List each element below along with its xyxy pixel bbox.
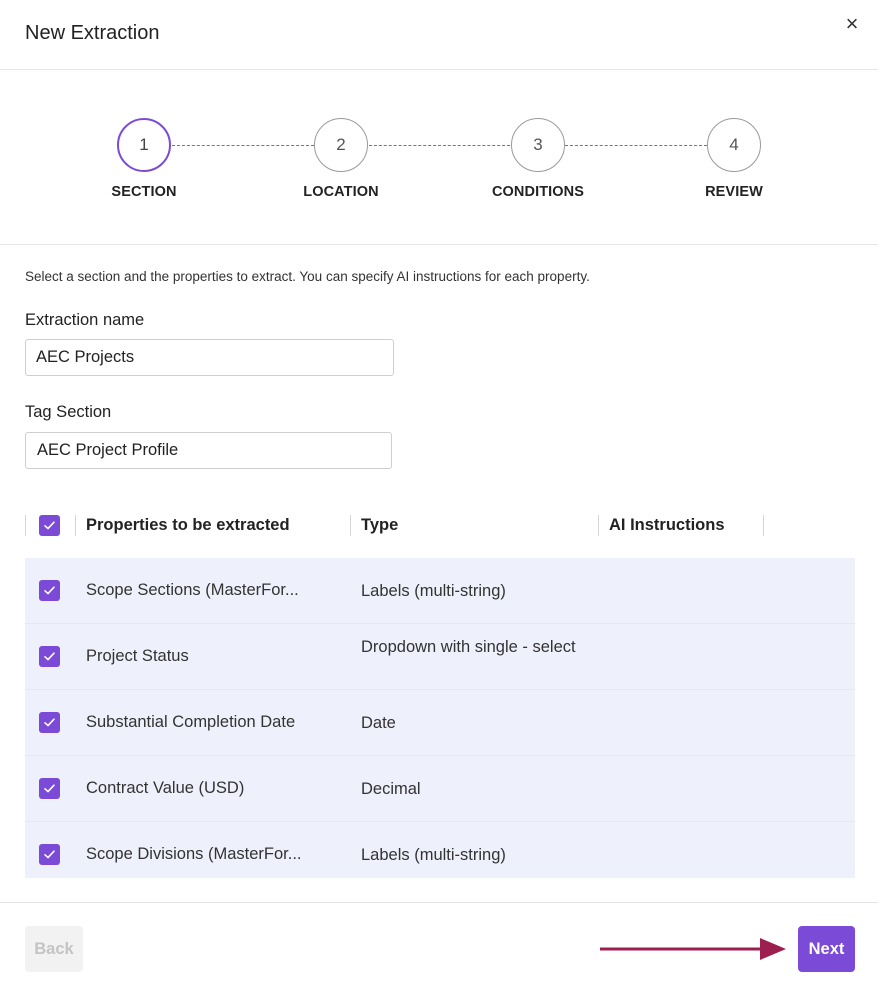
dialog-title: New Extraction xyxy=(25,22,160,44)
property-type: Labels (multi-string) xyxy=(361,582,506,600)
step-2-label: LOCATION xyxy=(303,184,379,200)
check-icon xyxy=(44,784,55,793)
row-checkbox[interactable] xyxy=(39,580,60,601)
table-row[interactable]: Substantial Completion Date Date xyxy=(25,690,855,756)
step-connector xyxy=(565,145,707,146)
table-row[interactable]: Scope Divisions (MasterFor... Labels (mu… xyxy=(25,822,855,878)
select-all-checkbox[interactable] xyxy=(39,515,60,536)
step-3-label: CONDITIONS xyxy=(491,184,585,200)
property-type: Date xyxy=(361,714,396,732)
column-divider xyxy=(598,515,599,536)
instruction-text: Select a section and the properties to e… xyxy=(25,269,590,284)
check-icon xyxy=(44,652,55,661)
property-name: Project Status xyxy=(86,647,189,665)
property-name: Scope Sections (MasterFor... xyxy=(86,581,299,599)
row-checkbox[interactable] xyxy=(39,844,60,865)
step-3-circle[interactable]: 3 xyxy=(511,118,565,172)
column-divider xyxy=(75,515,76,536)
properties-table-body: Scope Sections (MasterFor... Labels (mul… xyxy=(25,558,855,878)
step-connector xyxy=(369,145,510,146)
property-name: Scope Divisions (MasterFor... xyxy=(86,845,302,863)
row-checkbox[interactable] xyxy=(39,712,60,733)
step-2-circle[interactable]: 2 xyxy=(314,118,368,172)
stepper: 1 2 3 4 SECTION LOCATION CONDITIONS REVI… xyxy=(0,70,878,245)
close-icon[interactable]: × xyxy=(840,12,864,36)
property-type: Decimal xyxy=(361,780,421,798)
step-1-label: SECTION xyxy=(111,184,177,200)
column-header-type[interactable]: Type xyxy=(361,516,398,535)
check-icon xyxy=(44,718,55,727)
step-4-circle[interactable]: 4 xyxy=(707,118,761,172)
dialog-header: New Extraction × xyxy=(0,0,878,70)
arrow-right-icon xyxy=(600,938,786,960)
step-connector xyxy=(172,145,314,146)
check-icon xyxy=(44,521,55,530)
tag-section-label: Tag Section xyxy=(25,403,112,421)
row-checkbox[interactable] xyxy=(39,646,60,667)
table-row[interactable]: Scope Sections (MasterFor... Labels (mul… xyxy=(25,558,855,624)
column-header-properties[interactable]: Properties to be extracted xyxy=(86,516,290,535)
extraction-name-label: Extraction name xyxy=(25,311,145,329)
property-name: Contract Value (USD) xyxy=(86,779,245,797)
tag-section-select[interactable]: AEC Project Profile xyxy=(25,432,392,469)
back-button[interactable]: Back xyxy=(25,926,83,972)
step-1-circle[interactable]: 1 xyxy=(117,118,171,172)
column-divider xyxy=(763,515,764,536)
extraction-name-input[interactable]: AEC Projects xyxy=(25,339,394,376)
column-divider xyxy=(25,515,26,536)
row-checkbox[interactable] xyxy=(39,778,60,799)
table-row[interactable]: Project Status Dropdown with single - se… xyxy=(25,624,855,690)
check-icon xyxy=(44,850,55,859)
check-icon xyxy=(44,586,55,595)
step-4-label: REVIEW xyxy=(705,184,763,200)
properties-table-header: Properties to be extracted Type AI Instr… xyxy=(25,505,855,547)
property-name: Substantial Completion Date xyxy=(86,713,296,731)
property-type: Labels (multi-string) xyxy=(361,846,506,864)
property-type: Dropdown with single - select xyxy=(361,638,576,656)
next-button[interactable]: Next xyxy=(798,926,855,972)
column-header-ai-instructions[interactable]: AI Instructions xyxy=(609,516,725,535)
table-row[interactable]: Contract Value (USD) Decimal xyxy=(25,756,855,822)
column-divider xyxy=(350,515,351,536)
